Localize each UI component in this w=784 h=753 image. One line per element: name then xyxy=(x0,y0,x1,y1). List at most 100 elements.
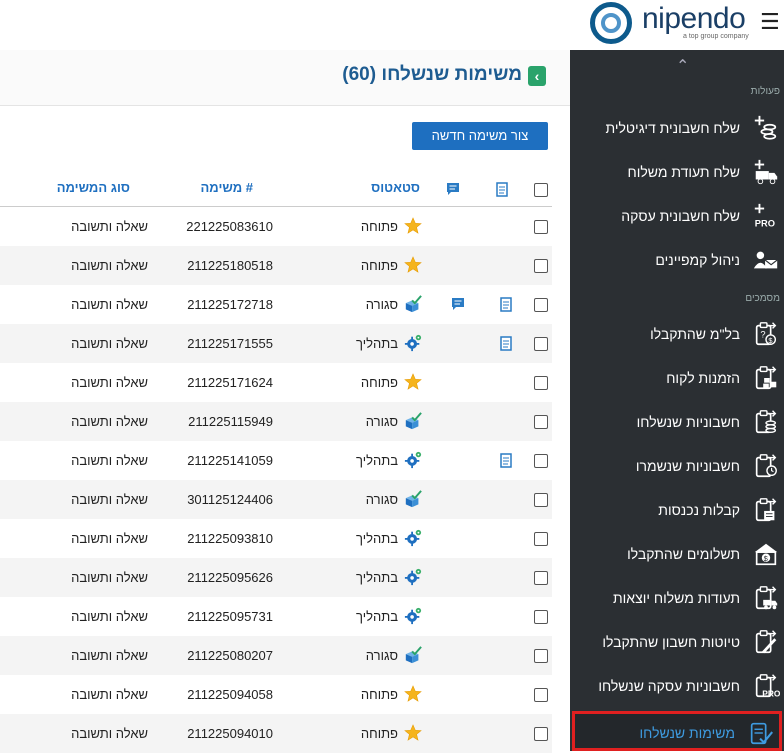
sidebar-item[interactable]: חשבוניות שנשמרו xyxy=(570,447,784,487)
task-type: שאלה ותשובה xyxy=(71,297,148,312)
gear-icon xyxy=(404,607,422,625)
table-row[interactable]: בתהליך 211225093810 שאלה ותשובה xyxy=(0,519,552,558)
gear-icon xyxy=(404,529,422,547)
sidebar-item[interactable]: הזמנות לקוח xyxy=(570,359,784,399)
box-check-icon xyxy=(404,646,422,664)
table-row[interactable]: בתהליך 211225095626 שאלה ותשובה xyxy=(0,558,552,597)
main-content: משימות שנשלחו (60) ‹ צור משימה חדשה סטאט… xyxy=(0,50,570,753)
select-all-checkbox[interactable] xyxy=(534,183,548,197)
hamburger-menu-icon[interactable]: ☰ xyxy=(760,10,780,34)
sidebar-item[interactable]: קבלות נכנסות xyxy=(570,491,784,531)
row-checkbox[interactable] xyxy=(534,688,548,702)
task-number[interactable]: 221225083610 xyxy=(186,219,273,234)
sidebar-item-label: משימות שנשלחו xyxy=(639,725,735,741)
sidebar-item[interactable]: טיוטות חשבון שהתקבלו xyxy=(570,623,784,663)
row-checkbox[interactable] xyxy=(534,493,548,507)
status-text: סגורה xyxy=(365,414,398,429)
col-status[interactable]: סטאטוס xyxy=(371,180,420,195)
chevron-left-icon[interactable]: ‹ xyxy=(528,66,546,86)
chevron-up-icon[interactable]: ⌃ xyxy=(676,56,689,76)
task-number[interactable]: 301125124406 xyxy=(187,492,273,507)
table-row[interactable]: סגורה 211225172718 שאלה ותשובה xyxy=(0,285,552,324)
table-row[interactable]: פתוחה 211225171624 שאלה ותשובה xyxy=(0,363,552,402)
clipboard-dollar-icon: $? xyxy=(752,319,780,349)
status-text: פתוחה xyxy=(360,375,398,390)
row-checkbox[interactable] xyxy=(534,376,548,390)
task-type: שאלה ותשובה xyxy=(71,687,148,702)
task-number[interactable]: 211225095626 xyxy=(187,570,273,585)
sidebar-item[interactable]: בל"מ שהתקבלו $? xyxy=(570,315,784,355)
sidebar-item-label: שלח חשבונית עסקה xyxy=(621,208,740,224)
task-number[interactable]: 211225141059 xyxy=(187,453,273,468)
sidebar-item-label: הזמנות לקוח xyxy=(666,370,740,386)
row-checkbox[interactable] xyxy=(534,727,548,741)
sidebar: ⌃ פעולות מסמכים שלח חשבונית דיגיטלית שלח … xyxy=(570,50,784,751)
sidebar-item[interactable]: תעודות משלוח יוצאות xyxy=(570,579,784,619)
gear-icon xyxy=(404,568,422,586)
sidebar-item[interactable]: משימות שנשלחו xyxy=(572,711,782,751)
sidebar-item-label: שלח תעודת משלוח xyxy=(627,164,740,180)
row-checkbox[interactable] xyxy=(534,259,548,273)
status-text: פתוחה xyxy=(360,726,398,741)
task-number[interactable]: 211225094058 xyxy=(187,687,273,702)
task-number[interactable]: 211225180518 xyxy=(187,258,273,273)
sidebar-item[interactable]: שלח תעודת משלוח xyxy=(570,153,784,193)
sidebar-item-label: תעודות משלוח יוצאות xyxy=(613,590,740,606)
row-checkbox[interactable] xyxy=(534,298,548,312)
task-type: שאלה ותשובה xyxy=(71,258,148,273)
table-row[interactable]: בתהליך 211225095731 שאלה ותשובה xyxy=(0,597,552,636)
task-number[interactable]: 211225080207 xyxy=(187,648,273,663)
row-checkbox[interactable] xyxy=(534,571,548,585)
task-number[interactable]: 211225172718 xyxy=(187,297,273,312)
user-mail-icon xyxy=(752,245,780,275)
task-type: שאלה ותשובה xyxy=(71,375,148,390)
sidebar-item[interactable]: חשבוניות עסקה שנשלחו PRO xyxy=(570,667,784,707)
svg-text:PRO: PRO xyxy=(762,688,780,698)
table-row[interactable]: פתוחה 211225094010 שאלה ותשובה xyxy=(0,714,552,753)
task-number[interactable]: 211225093810 xyxy=(187,531,273,546)
document-icon[interactable] xyxy=(500,453,514,469)
clipboard-pencil-icon xyxy=(752,627,780,657)
table-row[interactable]: בתהליך 211225141059 שאלה ותשובה xyxy=(0,441,552,480)
task-number[interactable]: 211225115949 xyxy=(188,414,273,429)
sidebar-item[interactable]: ניהול קמפיינים xyxy=(570,241,784,281)
task-number[interactable]: 211225094010 xyxy=(187,726,273,741)
row-checkbox[interactable] xyxy=(534,220,548,234)
brand-name: nipendo xyxy=(642,2,746,35)
table-row[interactable]: פתוחה 211225180518 שאלה ותשובה xyxy=(0,246,552,285)
task-type: שאלה ותשובה xyxy=(71,453,148,468)
table-row[interactable]: פתוחה 221225083610 שאלה ותשובה xyxy=(0,207,552,246)
row-checkbox[interactable] xyxy=(534,454,548,468)
new-task-button[interactable]: צור משימה חדשה xyxy=(412,122,548,150)
row-checkbox[interactable] xyxy=(534,649,548,663)
table-row[interactable]: סגורה 301125124406 שאלה ותשובה xyxy=(0,480,552,519)
task-number[interactable]: 211225095731 xyxy=(187,609,273,624)
table-row[interactable]: סגורה 211225115949 שאלה ותשובה xyxy=(0,402,552,441)
task-number[interactable]: 211225171624 xyxy=(187,375,273,390)
document-icon[interactable] xyxy=(500,297,514,313)
row-checkbox[interactable] xyxy=(534,337,548,351)
col-task-type[interactable]: סוג המשימה xyxy=(57,180,130,195)
pro-plus-icon: PRO xyxy=(752,201,780,231)
row-checkbox[interactable] xyxy=(534,415,548,429)
document-icon[interactable] xyxy=(500,336,514,352)
row-checkbox[interactable] xyxy=(534,610,548,624)
clipboard-truck-icon xyxy=(752,583,780,613)
task-type: שאלה ותשובה xyxy=(71,609,148,624)
col-task-number[interactable]: # משימה xyxy=(200,180,253,195)
task-type: שאלה ותשובה xyxy=(71,648,148,663)
sidebar-section-actions: פעולות xyxy=(750,86,780,97)
task-number[interactable]: 211225171555 xyxy=(187,336,273,351)
table-row[interactable]: פתוחה 211225094058 שאלה ותשובה xyxy=(0,675,552,714)
status-text: פתוחה xyxy=(360,219,398,234)
sidebar-item[interactable]: תשלומים שהתקבלו $ xyxy=(570,535,784,575)
gear-icon xyxy=(404,451,422,469)
sidebar-item[interactable]: שלח חשבונית דיגיטלית xyxy=(570,109,784,149)
sidebar-item-label: חשבוניות שנשלחו xyxy=(636,414,740,430)
table-row[interactable]: בתהליך 211225171555 שאלה ותשובה xyxy=(0,324,552,363)
table-row[interactable]: סגורה 211225080207 שאלה ותשובה xyxy=(0,636,552,675)
row-checkbox[interactable] xyxy=(534,532,548,546)
sidebar-item[interactable]: חשבוניות שנשלחו xyxy=(570,403,784,443)
chat-icon[interactable] xyxy=(451,297,465,311)
sidebar-item[interactable]: שלח חשבונית עסקה PRO xyxy=(570,197,784,237)
